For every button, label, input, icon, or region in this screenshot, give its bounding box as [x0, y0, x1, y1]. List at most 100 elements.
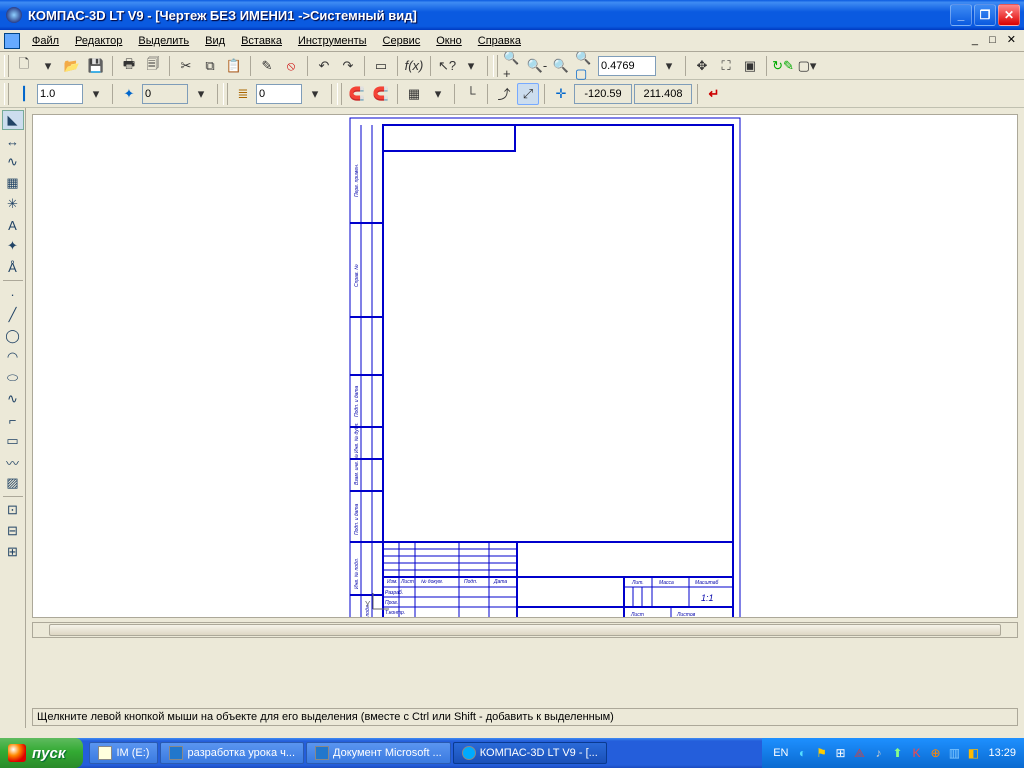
start-button[interactable]: пуск: [0, 738, 83, 768]
task-doc1[interactable]: разработка урока ч...: [160, 742, 304, 764]
chamfer-tool[interactable]: ⌐: [2, 410, 24, 430]
mdi-controls[interactable]: _ □ ✕: [972, 33, 1020, 46]
lang-indicator[interactable]: EN: [770, 747, 791, 759]
param-panel-button[interactable]: ✳: [2, 194, 24, 214]
tray-icon[interactable]: ⟁: [851, 745, 867, 761]
tray-icon[interactable]: ♪: [870, 745, 886, 761]
clock[interactable]: 13:29: [988, 747, 1016, 759]
fx-button[interactable]: f(x): [403, 55, 425, 77]
rect-tool[interactable]: ▭: [2, 431, 24, 451]
select-panel-button[interactable]: ✦: [2, 236, 24, 256]
close-button[interactable]: ✕: [998, 4, 1020, 26]
tray-icon[interactable]: ◧: [965, 745, 981, 761]
system-tray[interactable]: EN ◐ ⚑ ⊞ ⟁ ♪ ⬆ K ⊕ ▥ ◧ 13:29: [762, 738, 1024, 768]
circle-tool[interactable]: ◯: [2, 326, 24, 346]
tray-icon[interactable]: ⚑: [813, 745, 829, 761]
spline-tool[interactable]: ∿: [2, 389, 24, 409]
cut-button[interactable]: ✂: [175, 55, 197, 77]
properties-button[interactable]: ✎: [256, 55, 278, 77]
doc-icon[interactable]: [4, 33, 20, 49]
paste-button[interactable]: 📋: [223, 55, 245, 77]
horizontal-scrollbar[interactable]: [32, 622, 1018, 638]
grid-button[interactable]: ▦: [403, 83, 425, 105]
localcs-button[interactable]: ⤴: [493, 83, 515, 105]
new-dropdown[interactable]: ▾: [37, 55, 59, 77]
pan-button[interactable]: ✥: [691, 55, 713, 77]
snap-end-button[interactable]: 🧲: [346, 83, 368, 105]
tray-icon[interactable]: ◐: [794, 745, 810, 761]
minimize-button[interactable]: _: [950, 4, 972, 26]
snap-mid-button[interactable]: 🧲: [370, 83, 392, 105]
coord-y: [634, 84, 692, 104]
geometry-panel-button[interactable]: ◣: [2, 110, 24, 130]
zoom-fit-button[interactable]: 🔍▢: [574, 55, 596, 77]
edit-panel-button[interactable]: ▦: [2, 173, 24, 193]
zoom-out-button[interactable]: 🔍-: [526, 55, 548, 77]
save-button[interactable]: 💾: [85, 55, 107, 77]
localcs2-button[interactable]: ⤢: [517, 83, 539, 105]
menu-insert[interactable]: Вставка: [233, 32, 290, 50]
menu-edit[interactable]: Редактор: [67, 32, 130, 50]
undo-button[interactable]: ↶: [313, 55, 335, 77]
preview-button[interactable]: 🗐: [142, 55, 164, 77]
menu-bar: Файл Редактор Выделить Вид Вставка Инстр…: [0, 30, 1024, 52]
new-button[interactable]: 🗋: [13, 55, 35, 77]
tray-icon[interactable]: ⊞: [832, 745, 848, 761]
tray-icon[interactable]: ▥: [946, 745, 962, 761]
tray-icon[interactable]: ⬆: [889, 745, 905, 761]
zoom-combo[interactable]: [598, 56, 656, 76]
task-im[interactable]: IM (E:): [89, 742, 158, 764]
ellipse-tool[interactable]: ⬭: [2, 368, 24, 388]
cancel-button[interactable]: ⦸: [280, 55, 302, 77]
open-button[interactable]: 📂: [61, 55, 83, 77]
line-tool[interactable]: ╱: [2, 305, 24, 325]
redo-button[interactable]: ↷: [337, 55, 359, 77]
library-button[interactable]: ▭: [370, 55, 392, 77]
help-dropdown[interactable]: ▾: [460, 55, 482, 77]
linestyle-icon[interactable]: ┃: [13, 83, 35, 105]
hatch-tool[interactable]: ▨: [2, 473, 24, 493]
menu-file[interactable]: Файл: [24, 32, 67, 50]
menu-window[interactable]: Окно: [428, 32, 470, 50]
zoom-prev-button[interactable]: ⛶: [715, 55, 737, 77]
menu-service[interactable]: Сервис: [375, 32, 429, 50]
drawing-canvas[interactable]: Изм. Лист № докум. Подп. Дата Разраб. Пр…: [32, 114, 1018, 618]
task-kompas[interactable]: КОМПАС-3D LT V9 - [...: [453, 742, 607, 764]
dimension-panel-button[interactable]: ↔: [2, 131, 24, 151]
misc1-tool[interactable]: ⊡: [2, 500, 24, 520]
zoom-all-button[interactable]: ▣: [739, 55, 761, 77]
copy-button[interactable]: ⧉: [199, 55, 221, 77]
end-input-button[interactable]: ↵: [703, 83, 725, 105]
help-cursor-button[interactable]: ↖?: [436, 55, 458, 77]
layer-icon[interactable]: ≣: [232, 83, 254, 105]
misc3-tool[interactable]: ⊞: [2, 542, 24, 562]
offset-tool[interactable]: 〰: [2, 452, 24, 472]
zoom-in-button[interactable]: 🔍+: [502, 55, 524, 77]
tray-icon[interactable]: ⊕: [927, 745, 943, 761]
menu-view[interactable]: Вид: [197, 32, 233, 50]
tray-icon[interactable]: K: [908, 745, 924, 761]
step-combo[interactable]: [142, 84, 188, 104]
symbols-panel-button[interactable]: ∿: [2, 152, 24, 172]
svg-text:Пров.: Пров.: [385, 600, 398, 606]
menu-select[interactable]: Выделить: [130, 32, 197, 50]
misc2-tool[interactable]: ⊟: [2, 521, 24, 541]
assoc-panel-button[interactable]: Å: [2, 257, 24, 277]
ortho-button[interactable]: └: [460, 83, 482, 105]
zoom-dd[interactable]: ▾: [658, 55, 680, 77]
view-dd-button[interactable]: ▢▾: [796, 55, 818, 77]
zoom-window-button[interactable]: 🔍: [550, 55, 572, 77]
point-tool[interactable]: ·: [2, 284, 24, 304]
print-button[interactable]: 🖶: [118, 55, 140, 77]
drawing-sheet[interactable]: Изм. Лист № докум. Подп. Дата Разраб. Пр…: [349, 117, 741, 618]
menu-help[interactable]: Справка: [470, 32, 529, 50]
measure-panel-button[interactable]: A: [2, 215, 24, 235]
menu-tools[interactable]: Инструменты: [290, 32, 375, 50]
layer-combo[interactable]: [256, 84, 302, 104]
redraw-button[interactable]: ↻✎: [772, 55, 794, 77]
step-icon[interactable]: ✦: [118, 83, 140, 105]
arc-tool[interactable]: ◠: [2, 347, 24, 367]
task-doc2[interactable]: Документ Microsoft ...: [306, 742, 451, 764]
scale-combo[interactable]: [37, 84, 83, 104]
maximize-button[interactable]: ❐: [974, 4, 996, 26]
